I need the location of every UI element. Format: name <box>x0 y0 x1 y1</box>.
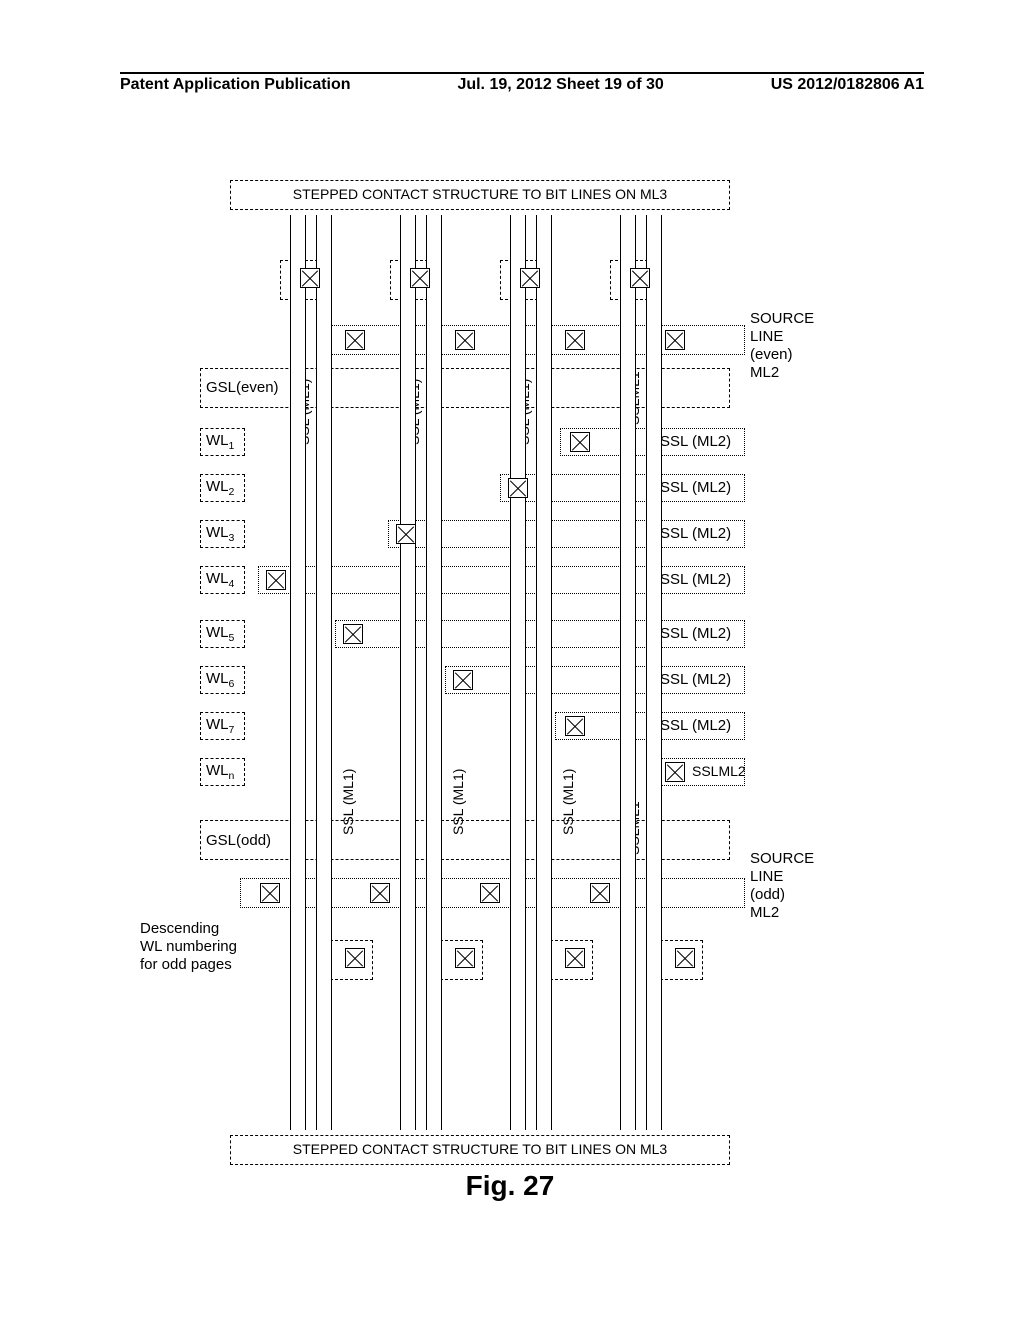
label-source-odd: ML2 <box>750 904 779 921</box>
label-source-even: LINE <box>750 328 783 345</box>
label-wl5: WL5 <box>206 624 234 644</box>
label-ssl-ml2: SSL (ML2) <box>660 571 731 588</box>
contact-icon <box>370 883 390 903</box>
vstrip <box>290 215 306 1130</box>
label-ssl-ml2: SSL (ML2) <box>660 479 731 496</box>
contact-icon <box>565 330 585 350</box>
label-wl6: WL6 <box>206 670 234 690</box>
vstrip <box>620 215 636 1130</box>
label-source-odd: SOURCE <box>750 850 814 867</box>
label-source-odd: LINE <box>750 868 783 885</box>
bottom-band: STEPPED CONTACT STRUCTURE TO BIT LINES O… <box>230 1135 730 1165</box>
figure-number: Fig. 27 <box>110 1170 910 1202</box>
vstrip <box>400 215 416 1130</box>
contact-icon <box>565 948 585 968</box>
contact-icon <box>665 762 685 782</box>
contact-icon <box>455 948 475 968</box>
header-left: Patent Application Publication <box>120 76 351 94</box>
contact-icon <box>675 948 695 968</box>
vstrip <box>646 215 662 1130</box>
label-desc: WL numbering <box>140 938 237 955</box>
label-source-even: (even) <box>750 346 793 363</box>
vstrip <box>536 215 552 1130</box>
contact-icon <box>343 624 363 644</box>
label-source-even: ML2 <box>750 364 779 381</box>
label-source-odd: (odd) <box>750 886 785 903</box>
contact-icon <box>590 883 610 903</box>
label-wl2: WL2 <box>206 478 234 498</box>
contact-icon <box>396 524 416 544</box>
label-wln: WLn <box>206 762 234 782</box>
label-ssl-ml2: SSL (ML2) <box>660 625 731 642</box>
vstrip <box>316 215 332 1130</box>
vstrip <box>510 215 526 1130</box>
contact-icon <box>345 948 365 968</box>
diagram: STEPPED CONTACT STRUCTURE TO BIT LINES O… <box>110 160 910 1210</box>
label-wl1: WL1 <box>206 432 234 452</box>
header-mid: Jul. 19, 2012 Sheet 19 of 30 <box>457 76 663 94</box>
top-band: STEPPED CONTACT STRUCTURE TO BIT LINES O… <box>230 180 730 210</box>
contact-icon <box>565 716 585 736</box>
contact-icon <box>260 883 280 903</box>
contact-icon <box>570 432 590 452</box>
label-ssl-ml2: SSLML2 <box>692 763 746 779</box>
label-ssl-ml2: SSL (ML2) <box>660 525 731 542</box>
label-source-even: SOURCE <box>750 310 814 327</box>
label-ssl-ml2: SSL (ML2) <box>660 433 731 450</box>
vstrip <box>426 215 442 1130</box>
label-ssl-ml2: SSL (ML2) <box>660 671 731 688</box>
contact-icon <box>266 570 286 590</box>
contact-icon <box>453 670 473 690</box>
label-wl7: WL7 <box>206 716 234 736</box>
contact-icon <box>410 268 430 288</box>
contact-icon <box>345 330 365 350</box>
contact-icon <box>520 268 540 288</box>
label-ssl-ml2: SSL (ML2) <box>660 717 731 734</box>
contact-icon <box>508 478 528 498</box>
label-gsl-even: GSL(even) <box>206 379 279 396</box>
contact-icon <box>455 330 475 350</box>
label-desc: for odd pages <box>140 956 232 973</box>
label-desc: Descending <box>140 920 219 937</box>
contact-icon <box>630 268 650 288</box>
label-wl3: WL3 <box>206 524 234 544</box>
label-wl4: WL4 <box>206 570 234 590</box>
contact-icon <box>480 883 500 903</box>
contact-icon <box>665 330 685 350</box>
contact-icon <box>300 268 320 288</box>
header-right: US 2012/0182806 A1 <box>771 76 924 94</box>
label-gsl-odd: GSL(odd) <box>206 832 271 849</box>
